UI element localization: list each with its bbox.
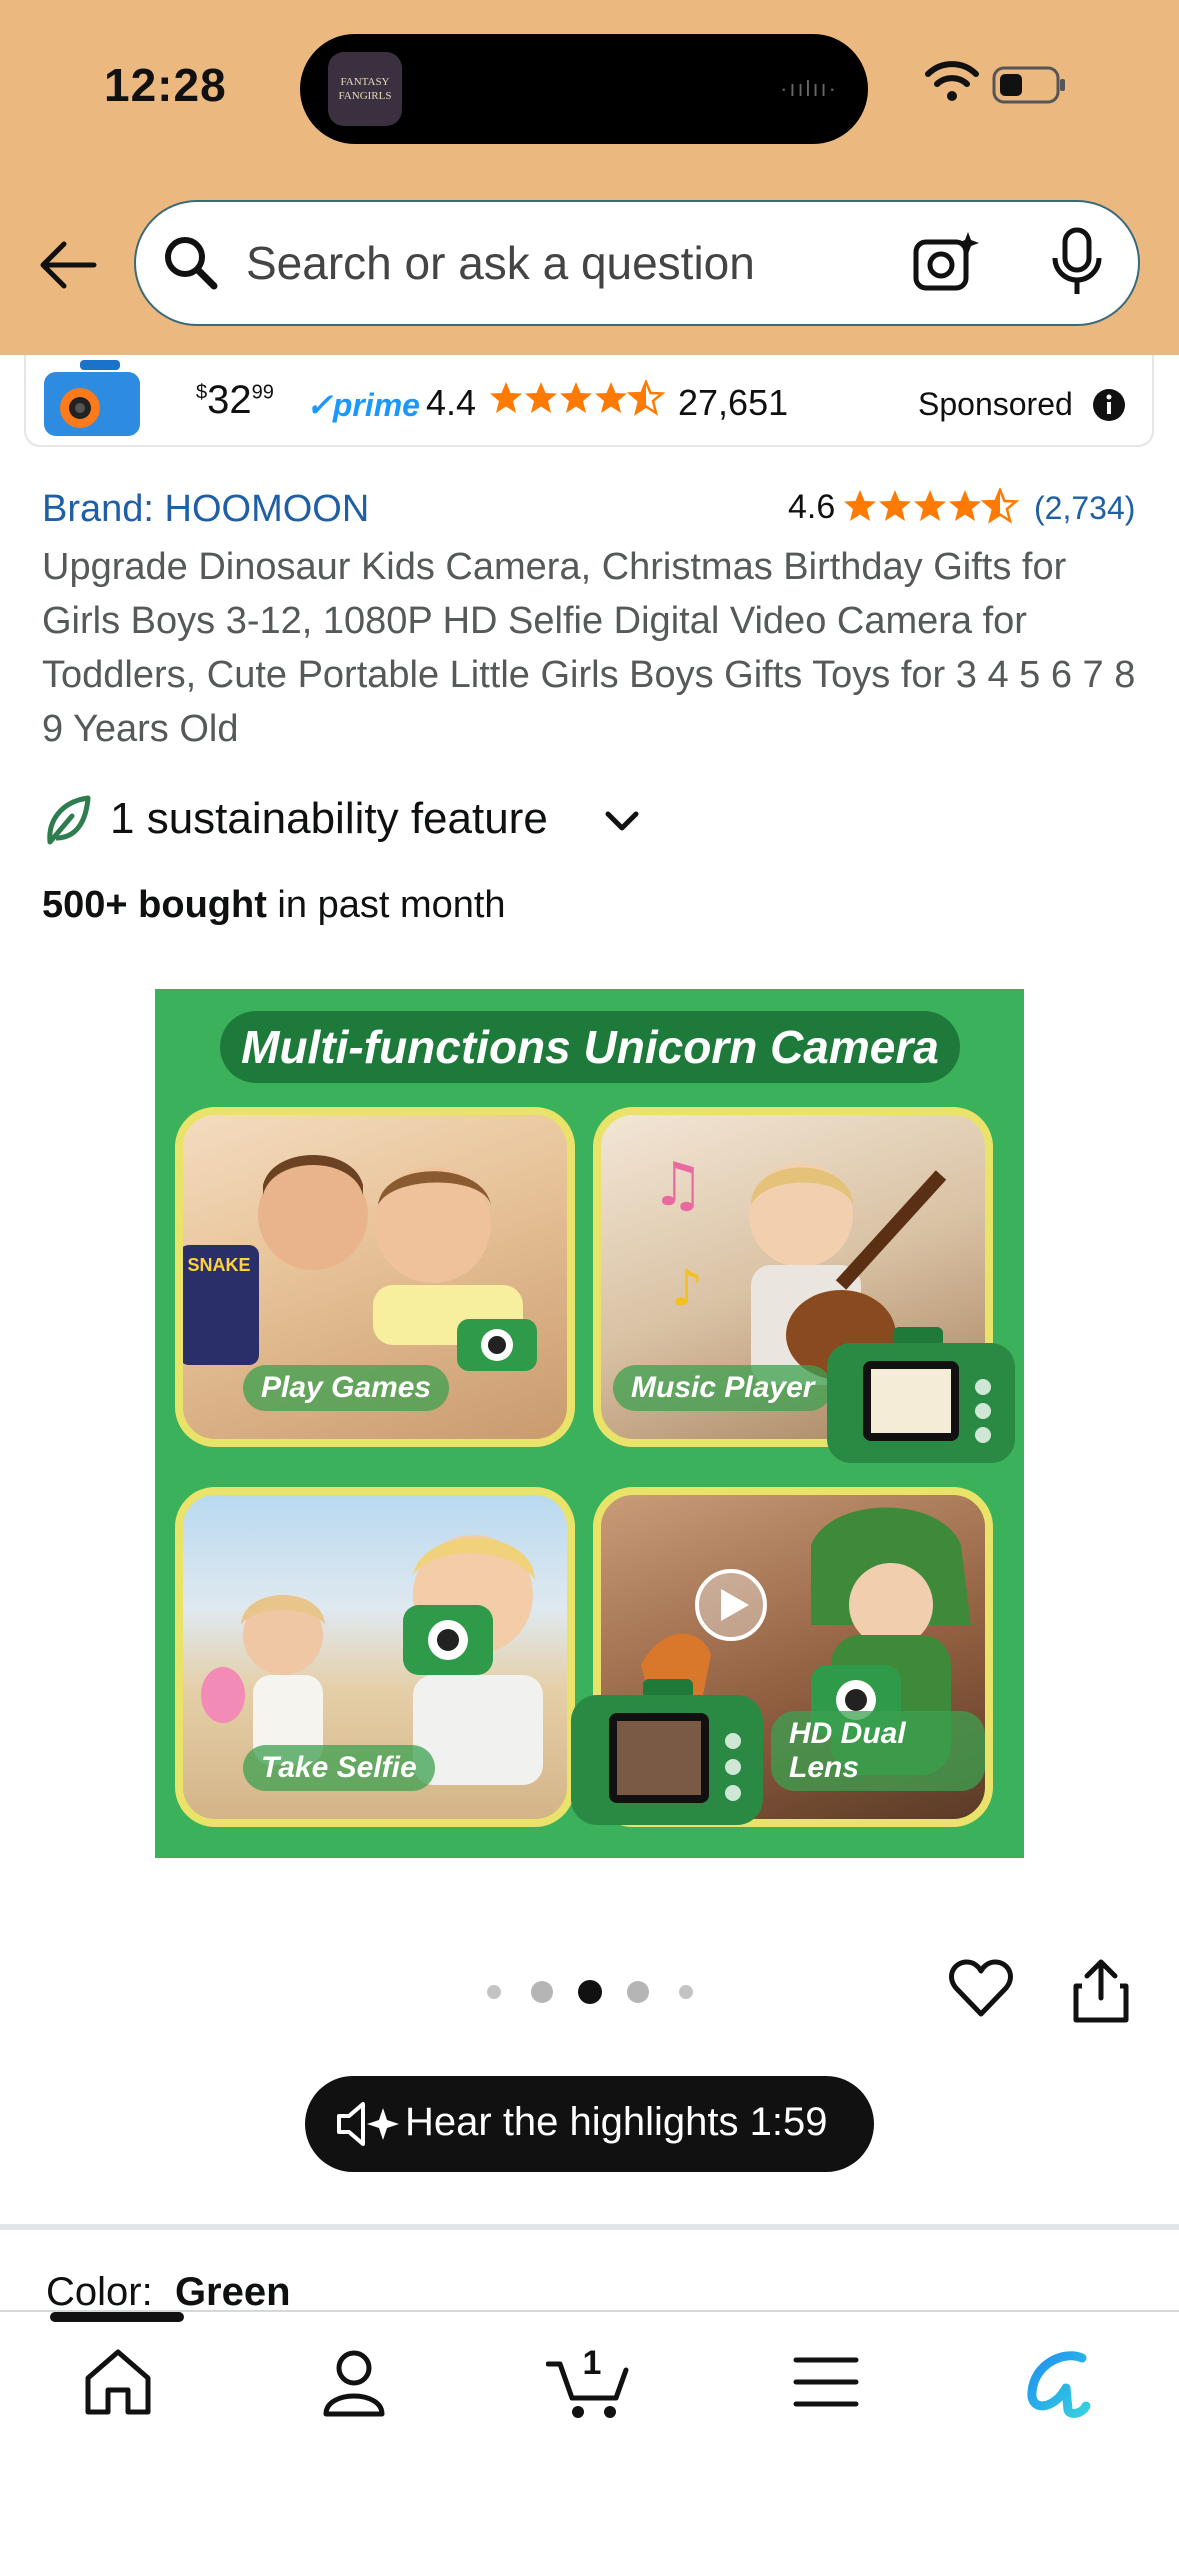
wifi-icon: [925, 61, 979, 101]
menu-icon[interactable]: [788, 2344, 864, 2420]
tile-play-games: SNAKE Play Games: [175, 1107, 575, 1447]
snake-game-icon: SNAKE: [183, 1245, 259, 1365]
tile-label: HD Dual Lens: [771, 1711, 985, 1791]
camera-product-render: [571, 1679, 763, 1825]
section-divider: [0, 2224, 1179, 2230]
ad-rating-value: 4.4: [426, 382, 477, 423]
speaker-sparkle-icon: [337, 2102, 399, 2146]
prime-badge: ✓prime: [306, 387, 420, 423]
heart-icon[interactable]: [948, 1958, 1014, 2020]
brand-link[interactable]: Brand: HOOMOON: [42, 488, 369, 531]
camera-toy-icon: [457, 1319, 537, 1371]
search-icon: [165, 237, 218, 290]
cart-count: 1: [583, 2344, 602, 2382]
image-banner-text: Multi-functions Unicorn Camera: [220, 1011, 960, 1083]
battery-icon: [992, 66, 1065, 104]
home-icon[interactable]: [80, 2344, 156, 2420]
status-time: 12:28: [104, 59, 227, 111]
tile-take-selfie: Take Selfie: [175, 1487, 575, 1827]
sponsored-label: Sponsored: [918, 386, 1073, 422]
leaf-icon: [47, 795, 91, 845]
product-title: Upgrade Dinosaur Kids Camera, Christmas …: [42, 546, 1136, 750]
svg-text:♪: ♪: [671, 1259, 703, 1317]
account-icon[interactable]: [316, 2344, 392, 2420]
rating-count-link[interactable]: (2,734): [1034, 490, 1135, 527]
tile-label: Play Games: [243, 1365, 450, 1411]
cart-icon[interactable]: 1: [546, 2344, 632, 2420]
chevron-down-icon[interactable]: [604, 808, 640, 836]
camera-search-icon[interactable]: [910, 228, 980, 298]
bought-in-past-month: 500+ bought in past month: [42, 884, 506, 926]
color-selector-label: Color: Green: [46, 2270, 291, 2314]
info-icon[interactable]: [1092, 388, 1126, 422]
carousel-dots[interactable]: [484, 1978, 698, 2006]
island-app-logo: FANTASY FANGIRLS: [328, 52, 402, 126]
audio-wave-icon: ·ıılıı·: [780, 76, 838, 101]
sustainability-feature-toggle[interactable]: 1 sustainability feature: [110, 794, 548, 844]
active-tab-indicator: [50, 2312, 184, 2322]
hear-the-highlights-label: Hear the highlights 1:59: [405, 2100, 828, 2144]
search-input[interactable]: Search or ask a question: [246, 236, 755, 290]
back-arrow-icon[interactable]: [34, 230, 104, 300]
rufus-icon[interactable]: [1024, 2344, 1094, 2420]
ad-star-rating: [490, 380, 666, 416]
microphone-icon[interactable]: [1046, 226, 1108, 298]
share-icon[interactable]: [1070, 1956, 1132, 2024]
star-rating[interactable]: [842, 488, 1022, 524]
camera-product-render: [827, 1327, 1015, 1463]
svg-text:♫: ♫: [651, 1150, 705, 1220]
dynamic-island: FANTASY FANGIRLS ·ıılıı·: [300, 34, 868, 144]
product-image[interactable]: Multi-functions Unicorn Camera SNAKE Pla…: [155, 989, 1024, 1858]
ad-product-thumbnail[interactable]: [40, 360, 144, 440]
hear-the-highlights-button[interactable]: Hear the highlights 1:59: [305, 2076, 874, 2172]
tile-label: Music Player: [613, 1365, 833, 1411]
ad-price: $3299: [196, 378, 274, 422]
tile-label: Take Selfie: [243, 1745, 435, 1791]
rating-value: 4.6: [788, 488, 836, 526]
ad-rating-count: 27,651: [678, 382, 789, 423]
